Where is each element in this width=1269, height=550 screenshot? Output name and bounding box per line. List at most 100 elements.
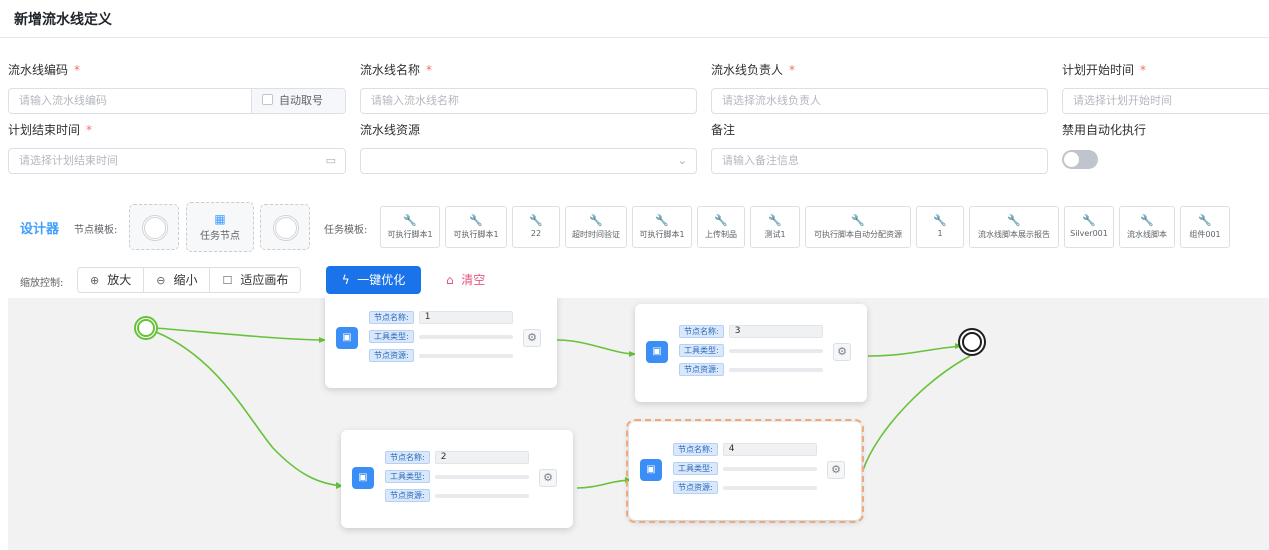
fit-canvas-button[interactable]: ☐ 适应画布	[210, 268, 301, 292]
job-template-item[interactable]: 🔧 上传制品	[697, 206, 745, 248]
task-node-card[interactable]: ▣ 节点名称: 4 工具类型: 节点资源: ⚙	[626, 419, 864, 523]
start-node-template[interactable]	[129, 204, 179, 250]
job-template-label: 测试1	[764, 230, 786, 239]
clear-button[interactable]: ⌂ 清空	[446, 266, 485, 294]
designer-panel: 设计器 节点模板: ▦ 任务节点 任务模板: 🔧 可执行脚本1 🔧 可执行脚本1 🔧 22…	[8, 190, 1269, 550]
wrench-icon: 🔧	[1007, 214, 1021, 227]
tool-type-value	[722, 466, 817, 471]
job-template-item[interactable]: 🔧 可执行脚本1	[632, 206, 692, 248]
edge-start-to-2	[155, 331, 344, 487]
job-template-label: 组件001	[1189, 230, 1221, 239]
code-input[interactable]: 请输入流水线编码 自动取号	[8, 88, 346, 114]
page-title: 新增流水线定义	[14, 12, 112, 28]
task-node-template[interactable]: ▦ 任务节点	[186, 202, 254, 252]
circle-icon	[142, 215, 168, 241]
wrench-icon: 🔧	[1140, 214, 1154, 227]
edge-3-to-end	[867, 345, 963, 357]
optimize-button[interactable]: ϟ 一键优化	[326, 266, 421, 294]
gear-icon[interactable]: ⚙	[833, 343, 851, 361]
field-name: 流水线名称 * 请输入流水线名称	[360, 62, 700, 114]
wrench-icon: 🔧	[529, 214, 543, 227]
calendar-icon: ▣	[646, 341, 668, 363]
job-template-item[interactable]: 🔧 可执行脚本自动分配资源	[805, 206, 911, 248]
field-start-time: 计划开始时间 * 请选择计划开始时间	[1062, 62, 1269, 114]
node-name-label: 节点名称:	[679, 324, 724, 338]
node-resource-label: 节点资源:	[369, 348, 414, 362]
tool-type-value	[434, 474, 529, 479]
task-node-card[interactable]: ▣ 节点名称: 1 工具类型: 节点资源: ⚙	[325, 298, 557, 388]
zoom-controls: ⊕ 放大 ⊖ 缩小 ☐ 适应画布	[77, 267, 302, 293]
job-template-item[interactable]: 🔧 可执行脚本1	[380, 206, 440, 248]
wrench-icon: 🔧	[1198, 214, 1212, 227]
task-node-card[interactable]: ▣ 节点名称: 3 工具类型: 节点资源: ⚙	[635, 304, 867, 402]
job-template-label: 22	[530, 229, 542, 238]
gear-icon[interactable]: ⚙	[827, 461, 845, 479]
flow-canvas[interactable]: ▣ 节点名称: 1 工具类型: 节点资源: ⚙ ▣ 节点名称: 3 工具类型: 节点资源: ⚙ ▣ 节点名…	[8, 298, 1269, 550]
field-remark: 备注 请输入备注信息	[711, 122, 1051, 174]
auto-number-checkbox[interactable]: 自动取号	[251, 89, 345, 113]
wrench-icon: 🔧	[933, 214, 947, 227]
owner-select[interactable]: 请选择流水线负责人	[711, 88, 1048, 114]
node-resource-label: 节点资源:	[679, 362, 724, 376]
name-input[interactable]: 请输入流水线名称	[360, 88, 697, 114]
switch-knob	[1064, 152, 1079, 167]
calendar-icon: ▣	[640, 459, 662, 481]
job-template-item[interactable]: 🔧 流水线脚本	[1119, 206, 1175, 248]
field-remark-label: 备注	[711, 123, 736, 137]
gear-icon[interactable]: ⚙	[539, 469, 557, 487]
job-template-item[interactable]: 🔧 超时时间验证	[565, 206, 627, 248]
gear-icon[interactable]: ⚙	[523, 329, 541, 347]
node-resource-value	[418, 353, 513, 358]
tool-type-label: 工具类型:	[679, 343, 724, 357]
edge-start-to-1	[155, 327, 327, 341]
job-template-label: 超时时间验证	[572, 230, 620, 239]
node-name-label: 节点名称:	[385, 450, 430, 464]
start-node[interactable]	[134, 316, 158, 340]
node-resource-label: 节点资源:	[385, 488, 430, 502]
page-header: 新增流水线定义	[0, 0, 1269, 38]
zoom-out-button[interactable]: ⊖ 缩小	[144, 268, 211, 292]
job-template-item[interactable]: 🔧 组件001	[1180, 206, 1230, 248]
circle-icon	[273, 215, 299, 241]
end-node[interactable]	[958, 328, 986, 356]
tool-type-row: 工具类型:	[673, 461, 817, 475]
end-node-template[interactable]	[260, 204, 310, 250]
job-template-item[interactable]: 🔧 1	[916, 206, 964, 248]
node-name-value: 1	[418, 310, 513, 324]
field-code-label: 流水线编码 *	[8, 63, 81, 77]
end-time-picker[interactable]: 请选择计划结束时间 ▭	[8, 148, 346, 174]
job-template-label: 可执行脚本1	[453, 230, 499, 239]
checkbox-icon	[262, 94, 273, 105]
tool-type-value	[728, 348, 823, 353]
node-name-row: 节点名称: 3	[679, 324, 823, 338]
tool-type-label: 工具类型:	[385, 469, 430, 483]
zoom-in-button[interactable]: ⊕ 放大	[78, 268, 145, 292]
field-start-time-label: 计划开始时间 *	[1062, 63, 1147, 77]
resource-select[interactable]: ⌄	[360, 148, 697, 174]
trash-icon: ⌂	[446, 273, 454, 287]
task-node-card[interactable]: ▣ 节点名称: 2 工具类型: 节点资源: ⚙	[341, 430, 573, 528]
node-resource-label: 节点资源:	[673, 480, 718, 494]
job-template-item[interactable]: 🔧 流水线脚本展示报告	[969, 206, 1059, 248]
field-owner-label: 流水线负责人 *	[711, 63, 796, 77]
node-resource-row: 节点资源:	[369, 348, 513, 362]
job-template-item[interactable]: 🔧 可执行脚本1	[445, 206, 507, 248]
field-owner: 流水线负责人 * 请选择流水线负责人	[711, 62, 1051, 114]
field-end-time: 计划结束时间 * 请选择计划结束时间 ▭	[8, 122, 348, 174]
disable-auto-switch[interactable]	[1062, 150, 1098, 169]
job-template-label: 1	[937, 229, 943, 238]
job-template-item[interactable]: 🔧 Silver001	[1064, 206, 1114, 248]
field-disable-auto: 禁用自动化执行	[1062, 122, 1269, 169]
node-template-label: 节点模板:	[74, 225, 118, 236]
wrench-icon: 🔧	[1082, 214, 1096, 227]
zoom-in-icon: ⊕	[90, 274, 100, 287]
start-time-picker[interactable]: 请选择计划开始时间	[1062, 88, 1269, 114]
job-template-item[interactable]: 🔧 测试1	[750, 206, 800, 248]
tool-type-row: 工具类型:	[385, 469, 529, 483]
job-template-item[interactable]: 🔧 22	[512, 206, 560, 248]
remark-input[interactable]: 请输入备注信息	[711, 148, 1048, 174]
field-end-time-label: 计划结束时间 *	[8, 123, 93, 137]
job-template-label: 任务模板:	[324, 225, 368, 236]
node-resource-row: 节点资源:	[673, 480, 817, 494]
field-code: 流水线编码 * 请输入流水线编码 自动取号	[8, 62, 348, 114]
